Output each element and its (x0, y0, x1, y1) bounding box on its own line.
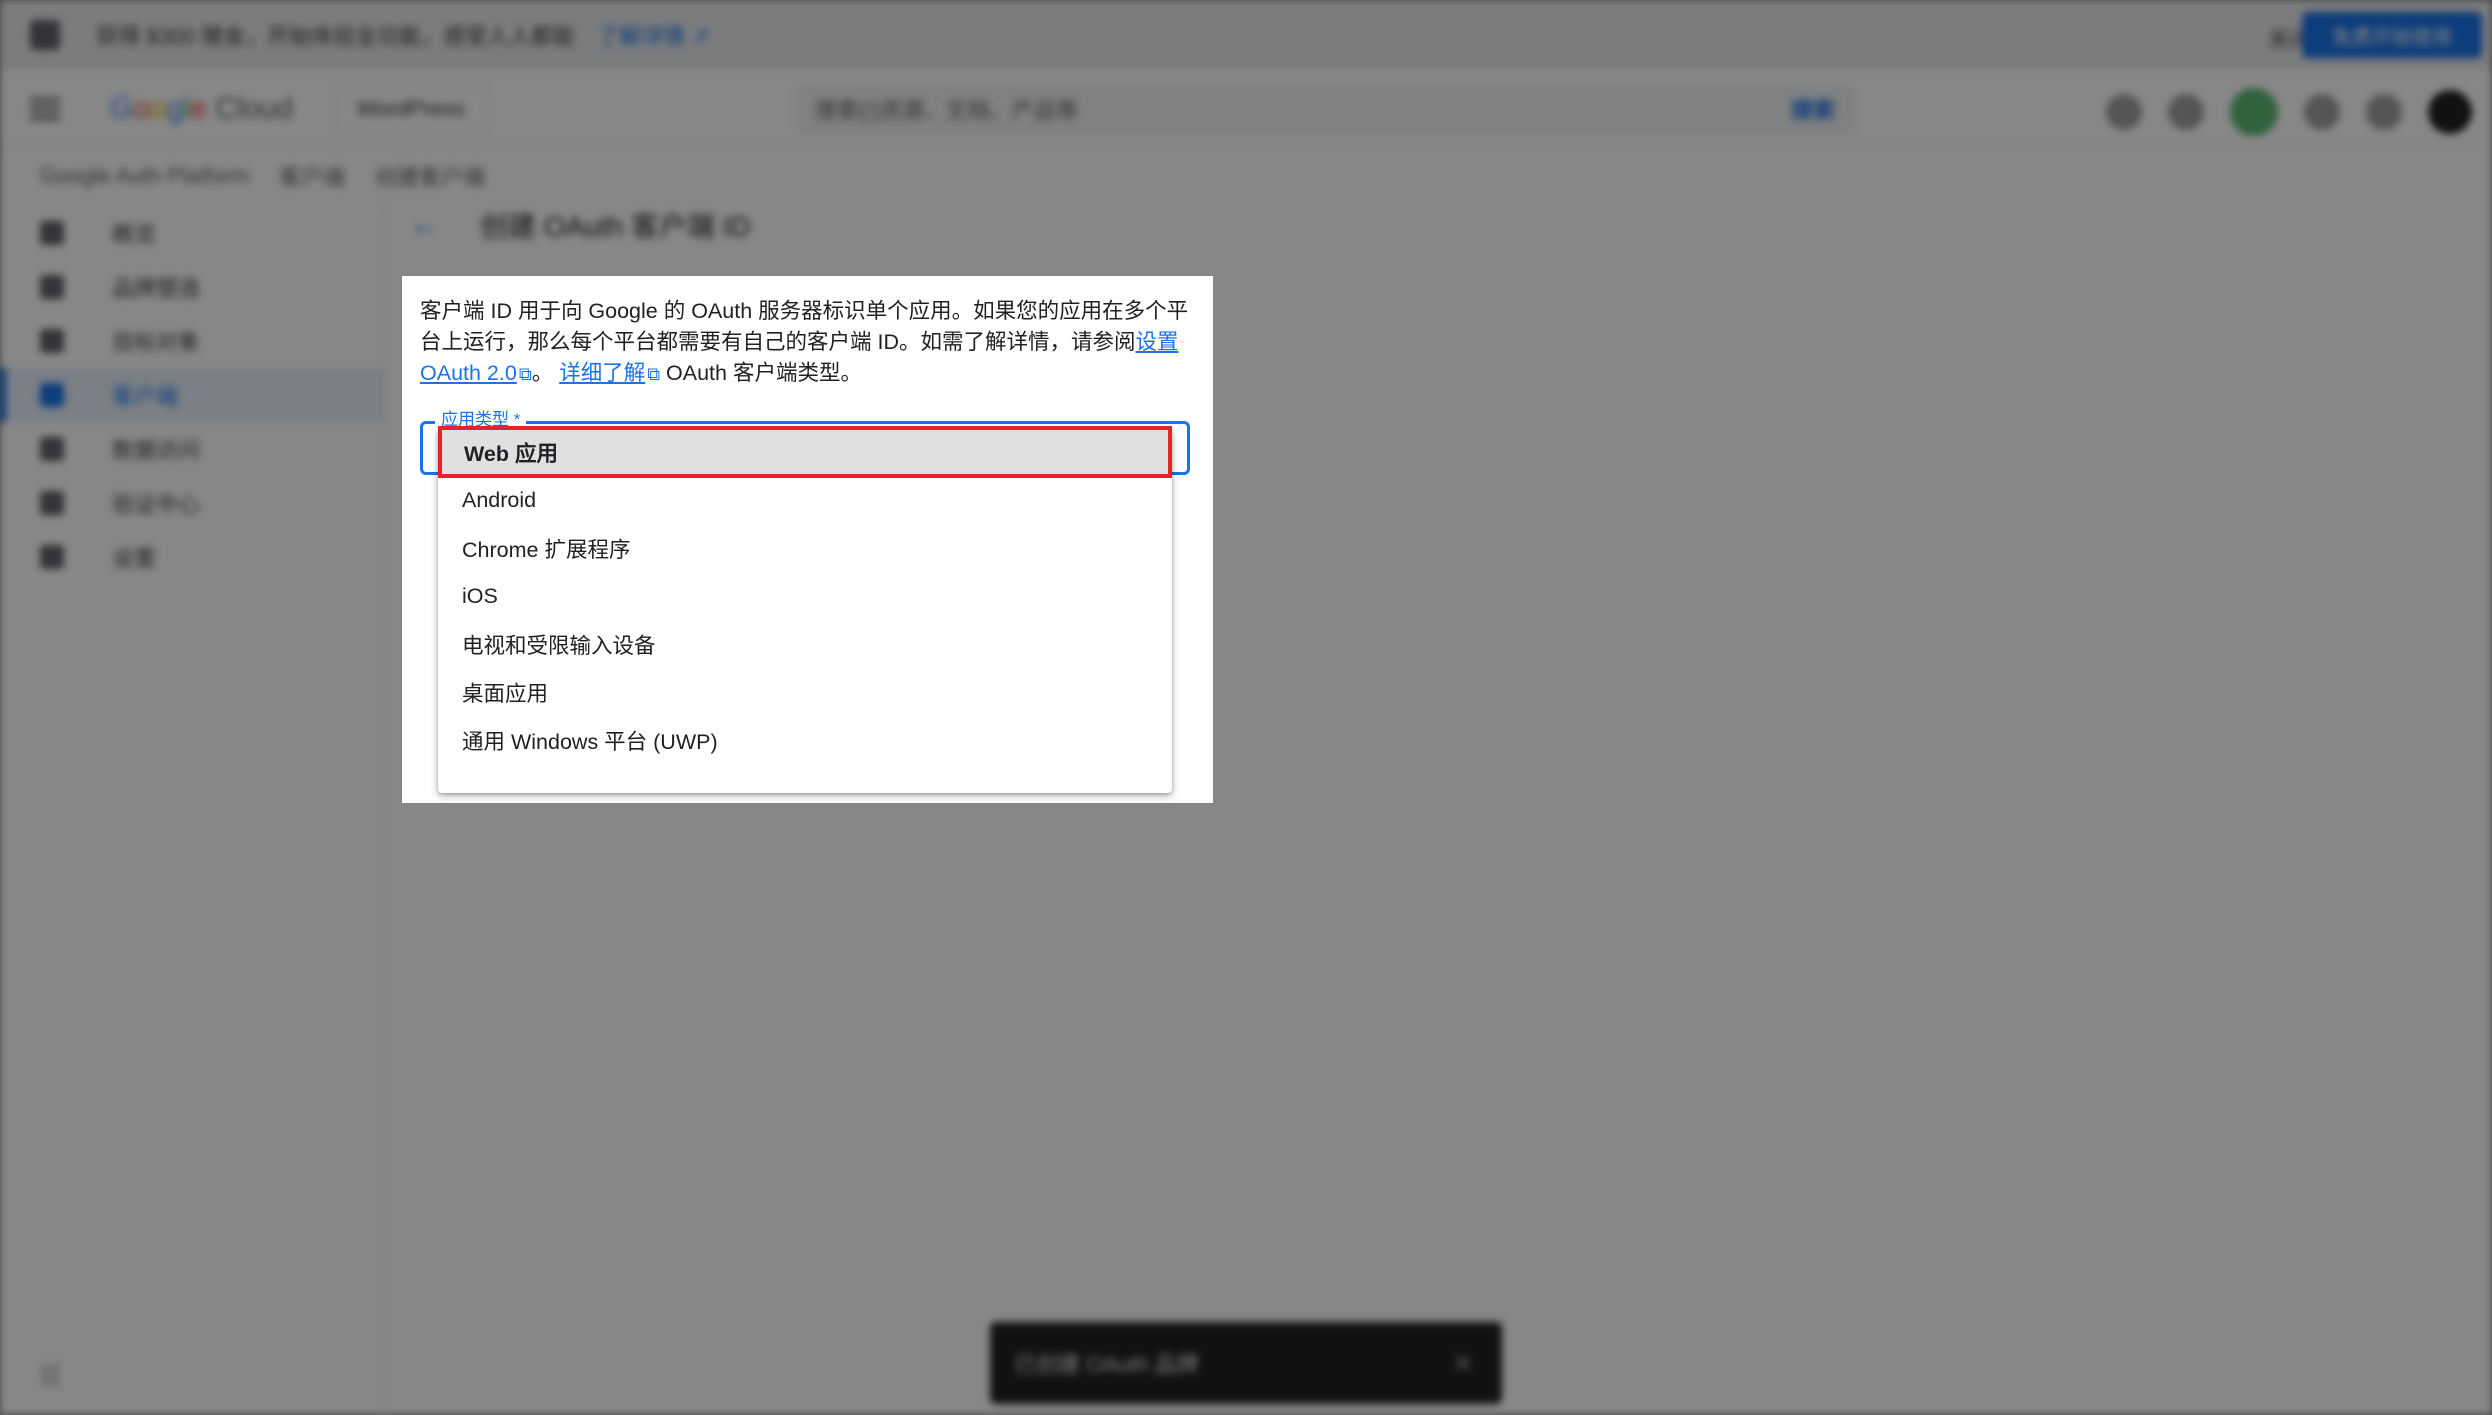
option-web-app[interactable]: Web 应用 (438, 426, 1172, 478)
option-android[interactable]: Android (438, 476, 1172, 524)
open-in-new-icon: ⧉ (647, 364, 661, 384)
option-chrome-extension[interactable]: Chrome 扩展程序 (438, 524, 1172, 572)
learn-more-link[interactable]: 详细了解 (559, 361, 645, 385)
option-uwp[interactable]: 通用 Windows 平台 (UWP) (438, 716, 1172, 764)
option-ios[interactable]: iOS (438, 572, 1172, 620)
oauth-client-form-panel: 客户端 ID 用于向 Google 的 OAuth 服务器标识单个应用。如果您的… (402, 276, 1213, 803)
description-text: OAuth 客户端类型。 (660, 361, 862, 385)
client-id-description: 客户端 ID 用于向 Google 的 OAuth 服务器标识单个应用。如果您的… (420, 296, 1195, 390)
description-text: 客户端 ID 用于向 Google 的 OAuth 服务器标识单个应用。如果您的… (420, 299, 1189, 354)
option-tv-limited-input[interactable]: 电视和受限输入设备 (438, 620, 1172, 668)
application-type-label: 应用类型 * (435, 410, 527, 430)
open-in-new-icon: ⧉ (518, 364, 532, 384)
application-type-dropdown: Web 应用 Android Chrome 扩展程序 iOS 电视和受限输入设备… (438, 426, 1172, 793)
modal-scrim[interactable] (0, 0, 2492, 1415)
option-desktop-app[interactable]: 桌面应用 (438, 668, 1172, 716)
description-separator: 。 (531, 361, 554, 385)
